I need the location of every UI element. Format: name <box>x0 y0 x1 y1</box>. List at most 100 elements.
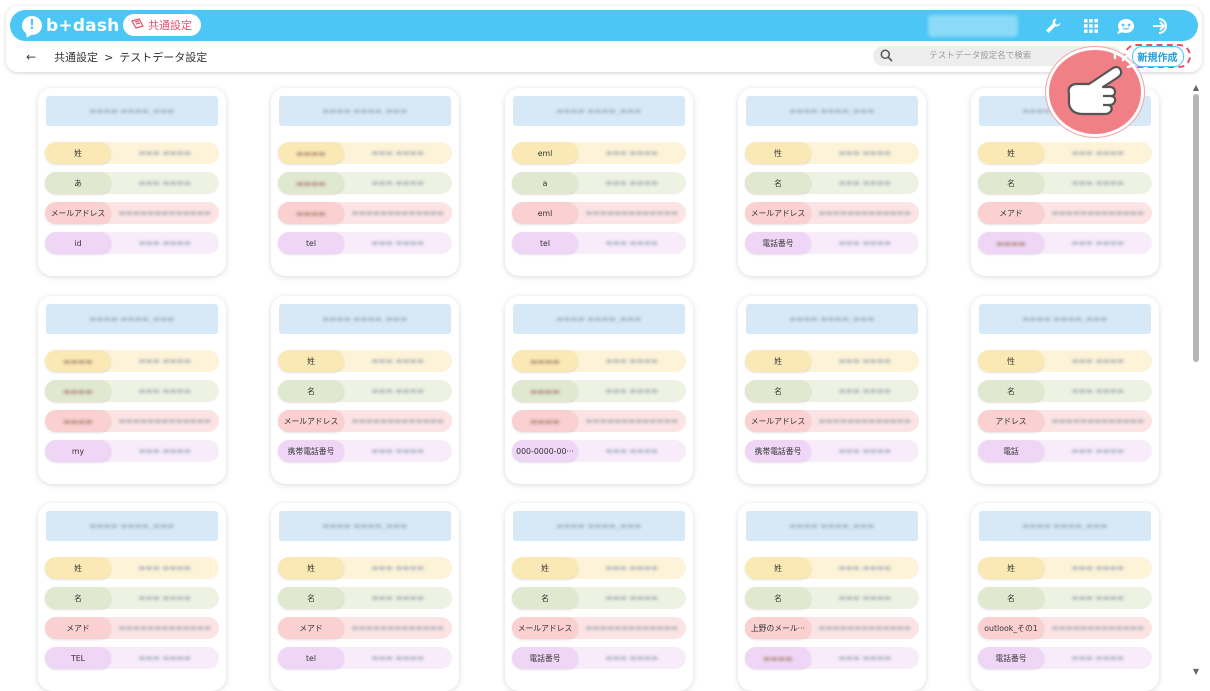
field-value-redacted: ▬▬▬▬▬▬▬▬▬▬▬▬▬ <box>1051 417 1145 425</box>
card-field-row: 携帯電話番号 ▬▬▬ ▬▬▬▬ <box>745 440 919 462</box>
test-data-card[interactable]: ▬▬▬▬ ▬▬▬▬_▬▬▬ 姓 ▬▬▬ ▬▬▬▬ 名 ▬▬▬ ▬▬▬▬ メアド ▬▬▬▬▬▬… <box>38 503 226 691</box>
card-field-row: 電話番号 ▬▬▬ ▬▬▬▬ <box>978 647 1152 669</box>
breadcrumb-separator: > <box>104 50 114 64</box>
vertical-scrollbar[interactable]: ▲ ▼ <box>1191 80 1201 680</box>
wrench-icon[interactable] <box>1042 16 1064 36</box>
field-key-label: 姓 <box>74 563 82 573</box>
card-field-row: 名 ▬▬▬ ▬▬▬▬ <box>745 380 919 402</box>
field-key-label: アドレス <box>995 416 1027 426</box>
field-key-label: あ <box>74 178 82 188</box>
field-key-label: ▬▬▬▬ <box>63 356 93 366</box>
scroll-down-arrow-icon[interactable]: ▼ <box>1191 666 1201 676</box>
card-title-redacted: ▬▬▬▬ ▬▬▬▬_▬▬▬ <box>556 315 642 323</box>
brand-logo[interactable]: ! b+dash <box>22 14 119 37</box>
card-field-row: a ▬▬▬ ▬▬▬▬ <box>512 172 686 194</box>
card-field-row: 000-0000-00··· ▬▬▬ ▬▬▬▬ <box>512 440 686 462</box>
field-value-redacted: ▬▬▬ ▬▬▬▬ <box>371 447 425 455</box>
breadcrumb-parent-link[interactable]: 共通設定 <box>54 49 98 65</box>
field-key-chip: 姓 <box>45 142 111 164</box>
field-key-label: 性 <box>1007 356 1015 366</box>
field-key-label: 名 <box>774 386 782 396</box>
field-key-chip: 名 <box>745 380 811 402</box>
field-value-redacted: ▬▬▬▬▬▬▬▬▬▬▬▬▬ <box>351 624 445 632</box>
scrollbar-thumb[interactable] <box>1193 94 1199 362</box>
field-value-redacted: ▬▬▬ ▬▬▬▬ <box>838 387 892 395</box>
common-settings-pill[interactable]: 共通設定 <box>123 14 201 36</box>
field-key-chip: ▬▬▬▬ <box>45 410 111 432</box>
card-title-redacted: ▬▬▬▬ ▬▬▬▬_▬▬▬ <box>789 315 875 323</box>
field-key-chip: ▬▬▬▬ <box>278 202 344 224</box>
field-key-label: tel <box>305 238 317 248</box>
card-field-row: ▬▬▬▬ ▬▬▬ ▬▬▬▬ <box>512 350 686 372</box>
card-title-bar: ▬▬▬▬ ▬▬▬▬_▬▬▬ <box>46 96 218 126</box>
common-settings-label: 共通設定 <box>148 19 192 32</box>
card-field-row: 姓 ▬▬▬ ▬▬▬▬ <box>745 350 919 372</box>
field-key-label: ▬▬▬▬ <box>530 386 560 396</box>
field-key-label: ▬▬▬▬ <box>296 208 326 218</box>
back-arrow-icon[interactable]: ← <box>26 50 36 64</box>
card-field-row: 電話番号 ▬▬▬ ▬▬▬▬ <box>745 232 919 254</box>
field-value-redacted: ▬▬▬ ▬▬▬▬ <box>838 179 892 187</box>
field-key-chip: 名 <box>745 172 811 194</box>
field-key-label: メールアドレス <box>517 623 573 633</box>
field-value-redacted: ▬▬▬ ▬▬▬▬ <box>138 594 192 602</box>
field-value-redacted: ▬▬▬▬▬▬▬▬▬▬▬▬▬ <box>118 417 212 425</box>
field-key-chip: 姓 <box>45 557 111 579</box>
user-account-info[interactable] <box>928 15 1018 37</box>
field-value-redacted: ▬▬▬ ▬▬▬▬ <box>371 179 425 187</box>
field-key-label: ▬▬▬▬ <box>296 178 326 188</box>
card-field-row: tel ▬▬▬ ▬▬▬▬ <box>278 232 452 254</box>
card-field-row: メアド ▬▬▬▬▬▬▬▬▬▬▬▬▬ <box>978 202 1152 224</box>
field-key-label: 電話番号 <box>529 653 561 663</box>
card-field-row: 姓 ▬▬▬ ▬▬▬▬ <box>45 557 219 579</box>
test-data-card[interactable]: ▬▬▬▬ ▬▬▬▬_▬▬▬ 姓 ▬▬▬ ▬▬▬▬ 名 ▬▬▬ ▬▬▬▬ メールアドレス ▬▬… <box>738 296 926 484</box>
card-title-bar: ▬▬▬▬ ▬▬▬▬_▬▬▬ <box>979 304 1151 334</box>
field-key-chip: TEL <box>45 647 111 669</box>
logout-icon[interactable] <box>1151 16 1173 36</box>
field-key-label: ▬▬▬▬ <box>996 238 1026 248</box>
field-value-redacted: ▬▬▬▬▬▬▬▬▬▬▬▬▬ <box>818 624 912 632</box>
field-key-chip: 名 <box>512 587 578 609</box>
test-data-card[interactable]: ▬▬▬▬ ▬▬▬▬_▬▬▬ ▬▬▬▬ ▬▬▬ ▬▬▬▬ ▬▬▬▬ ▬▬▬ ▬▬▬▬ ▬▬▬… <box>505 296 693 484</box>
field-key-label: ▬▬▬▬ <box>63 416 93 426</box>
test-data-card[interactable]: ▬▬▬▬ ▬▬▬▬_▬▬▬ ▬▬▬▬ ▬▬▬ ▬▬▬▬ ▬▬▬▬ ▬▬▬ ▬▬▬▬ ▬▬▬… <box>38 296 226 484</box>
field-value-redacted: ▬▬▬ ▬▬▬▬ <box>138 149 192 157</box>
test-data-card[interactable]: ▬▬▬▬ ▬▬▬▬_▬▬▬ 姓 ▬▬▬ ▬▬▬▬ あ ▬▬▬ ▬▬▬▬ メールアドレス ▬▬… <box>38 88 226 276</box>
test-data-card[interactable]: ▬▬▬▬ ▬▬▬▬_▬▬▬ 性 ▬▬▬ ▬▬▬▬ 名 ▬▬▬ ▬▬▬▬ アドレス ▬▬▬▬▬… <box>971 296 1159 484</box>
scroll-up-arrow-icon[interactable]: ▲ <box>1191 82 1201 92</box>
test-data-card[interactable]: ▬▬▬▬ ▬▬▬▬_▬▬▬ eml ▬▬▬ ▬▬▬▬ a ▬▬▬ ▬▬▬▬ eml ▬▬▬▬… <box>505 88 693 276</box>
card-title-bar: ▬▬▬▬ ▬▬▬▬_▬▬▬ <box>513 96 685 126</box>
field-key-chip: eml <box>512 142 578 164</box>
field-value-redacted: ▬▬▬ ▬▬▬▬ <box>838 447 892 455</box>
card-title-bar: ▬▬▬▬ ▬▬▬▬_▬▬▬ <box>746 96 918 126</box>
card-field-row: ▬▬▬▬ ▬▬▬▬▬▬▬▬▬▬▬▬▬ <box>278 202 452 224</box>
test-data-card[interactable]: ▬▬▬▬ ▬▬▬▬_▬▬▬ 姓 ▬▬▬ ▬▬▬▬ 名 ▬▬▬ ▬▬▬▬ メアド ▬▬▬▬▬▬… <box>271 503 459 691</box>
card-field-row: 電話 ▬▬▬ ▬▬▬▬ <box>978 440 1152 462</box>
test-data-card[interactable]: ▬▬▬▬ ▬▬▬▬_▬▬▬ 性 ▬▬▬ ▬▬▬▬ 名 ▬▬▬ ▬▬▬▬ メールアドレス ▬▬… <box>738 88 926 276</box>
test-data-card[interactable]: ▬▬▬▬ ▬▬▬▬_▬▬▬ 姓 ▬▬▬ ▬▬▬▬ 名 ▬▬▬ ▬▬▬▬ 上野のメール···… <box>738 503 926 691</box>
field-value-redacted: ▬▬▬ ▬▬▬▬ <box>605 239 659 247</box>
test-data-card[interactable]: ▬▬▬▬ ▬▬▬▬_▬▬▬ ▬▬▬▬ ▬▬▬ ▬▬▬▬ ▬▬▬▬ ▬▬▬ ▬▬▬▬ ▬▬▬… <box>271 88 459 276</box>
card-field-row: ▬▬▬▬ ▬▬▬ ▬▬▬▬ <box>45 350 219 372</box>
field-key-label: メールアドレス <box>750 208 806 218</box>
test-data-card[interactable]: ▬▬▬▬ ▬▬▬▬_▬▬▬ 姓 ▬▬▬ ▬▬▬▬ 名 ▬▬▬ ▬▬▬▬ outlook_そ… <box>971 503 1159 691</box>
grid-apps-icon[interactable] <box>1080 16 1102 36</box>
field-key-label: my <box>71 446 85 456</box>
card-field-row: ▬▬▬▬ ▬▬▬ ▬▬▬▬ <box>512 380 686 402</box>
test-data-card[interactable]: ▬▬▬▬ ▬▬▬▬_▬▬▬ 姓 ▬▬▬ ▬▬▬▬ 名 ▬▬▬ ▬▬▬▬ メールアドレス ▬▬… <box>271 296 459 484</box>
field-key-label: 姓 <box>307 356 315 366</box>
field-key-label: 名 <box>1007 178 1015 188</box>
test-data-card[interactable]: ▬▬▬▬ ▬▬▬▬_▬▬▬ 姓 ▬▬▬ ▬▬▬▬ 名 ▬▬▬ ▬▬▬▬ メールアドレス ▬▬… <box>505 503 693 691</box>
field-key-chip: eml <box>512 202 578 224</box>
field-value-redacted: ▬▬▬ ▬▬▬▬ <box>1071 239 1125 247</box>
field-key-chip: 電話番号 <box>745 232 811 254</box>
field-key-label: TEL <box>70 653 86 663</box>
field-key-label: 000-0000-00··· <box>516 446 574 456</box>
card-field-row: ▬▬▬▬ ▬▬▬ ▬▬▬▬ <box>278 172 452 194</box>
field-value-redacted: ▬▬▬ ▬▬▬▬ <box>1071 594 1125 602</box>
card-field-row: outlook_その1 ▬▬▬▬▬▬▬▬▬▬▬▬▬ <box>978 617 1152 639</box>
field-value-redacted: ▬▬▬ ▬▬▬▬ <box>605 594 659 602</box>
field-key-chip: outlook_その1 <box>978 617 1044 639</box>
chat-robot-icon[interactable] <box>1115 16 1137 36</box>
card-field-row: メアド ▬▬▬▬▬▬▬▬▬▬▬▬▬ <box>45 617 219 639</box>
